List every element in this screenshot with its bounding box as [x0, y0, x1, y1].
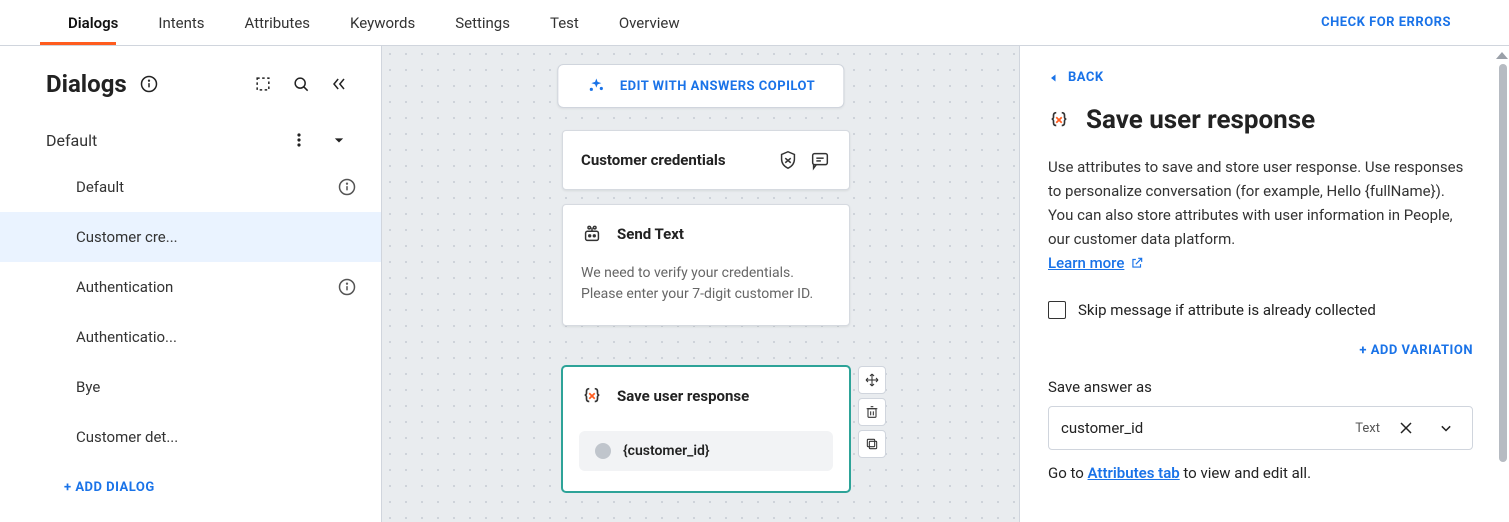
message-icon[interactable] [809, 149, 831, 171]
back-button[interactable]: BACK [1048, 70, 1473, 85]
properties-panel: BACK Save user response Use attributes t… [1019, 46, 1509, 522]
panel-title: Save user response [1086, 105, 1315, 135]
sidebar: Dialogs Default [0, 46, 382, 522]
learn-more-link[interactable]: Learn more [1048, 251, 1144, 275]
skip-checkbox-row[interactable]: Skip message if attribute is already col… [1048, 301, 1473, 319]
scrollbar[interactable] [1499, 64, 1507, 462]
panel-description: Use attributes to save and store user re… [1048, 155, 1473, 275]
save-answer-label: Save answer as [1048, 378, 1473, 396]
save-answer-field[interactable]: customer_id Text [1048, 406, 1473, 450]
move-handle[interactable] [858, 366, 886, 394]
tree-item-customer-credentials[interactable]: Customer cre... [0, 212, 381, 262]
tree-item-customer-details[interactable]: Customer det... [0, 412, 381, 462]
tab-settings[interactable]: Settings [435, 0, 530, 46]
tab-intents[interactable]: Intents [138, 0, 224, 46]
clear-icon[interactable] [1392, 414, 1420, 442]
add-dialog-button[interactable]: + ADD DIALOG [0, 462, 381, 505]
check-for-errors-button[interactable]: CHECK FOR ERRORS [1321, 15, 1461, 30]
tab-overview[interactable]: Overview [599, 0, 700, 46]
tab-attributes[interactable]: Attributes [225, 0, 331, 46]
save-response-node[interactable]: Save user response {customer_id} [562, 366, 850, 492]
scroll-up-icon[interactable] [1496, 52, 1508, 59]
send-text-body: We need to verify your credentials. Plea… [563, 263, 849, 325]
node-header-card[interactable]: Customer credentials [562, 130, 850, 190]
tree-item-default[interactable]: Default [0, 162, 381, 212]
save-answer-value: customer_id [1061, 419, 1343, 437]
chevron-down-icon[interactable] [325, 126, 353, 154]
save-response-title: Save user response [617, 387, 749, 405]
braces-icon [581, 385, 603, 407]
node-title: Customer credentials [581, 151, 726, 169]
chip-text: {customer_id} [623, 443, 710, 459]
braces-icon [1048, 109, 1070, 131]
shield-icon[interactable] [777, 149, 799, 171]
attribute-chip[interactable]: {customer_id} [579, 431, 833, 471]
top-tabbar: Dialogs Intents Attributes Keywords Sett… [0, 0, 1509, 46]
tree-item-authentication[interactable]: Authentication [0, 262, 381, 312]
selection-icon[interactable] [249, 70, 277, 98]
panel-note: Go to Attributes tab to view and edit al… [1048, 464, 1473, 482]
info-icon[interactable] [333, 173, 361, 201]
collapse-icon[interactable] [325, 70, 353, 98]
copilot-button[interactable]: EDIT WITH ANSWERS COPILOT [557, 64, 844, 108]
more-icon[interactable] [285, 126, 313, 154]
bot-icon [581, 223, 603, 245]
send-text-node[interactable]: Send Text We need to verify your credent… [562, 204, 850, 326]
attributes-tab-link[interactable]: Attributes tab [1088, 464, 1180, 482]
chip-dot-icon [595, 443, 611, 459]
tree-item-bye[interactable]: Bye [0, 362, 381, 412]
sidebar-group[interactable]: Default [0, 118, 381, 162]
chevron-down-icon[interactable] [1432, 414, 1460, 442]
send-text-title: Send Text [617, 225, 684, 243]
tab-test[interactable]: Test [530, 0, 599, 46]
field-type-label: Text [1355, 421, 1380, 436]
duplicate-button[interactable] [858, 430, 886, 458]
info-icon[interactable] [333, 273, 361, 301]
search-icon[interactable] [287, 70, 315, 98]
add-variation-button[interactable]: + ADD VARIATION [1048, 343, 1473, 358]
sidebar-title: Dialogs [46, 70, 163, 98]
tree-item-authentication-2[interactable]: Authenticatio... [0, 312, 381, 362]
checkbox-icon[interactable] [1048, 301, 1066, 319]
delete-button[interactable] [858, 398, 886, 426]
skip-label: Skip message if attribute is already col… [1078, 301, 1376, 319]
tab-keywords[interactable]: Keywords [330, 0, 435, 46]
info-icon[interactable] [135, 70, 163, 98]
tab-dialogs[interactable]: Dialogs [48, 0, 138, 46]
dialog-canvas[interactable]: EDIT WITH ANSWERS COPILOT Customer crede… [382, 46, 1019, 522]
